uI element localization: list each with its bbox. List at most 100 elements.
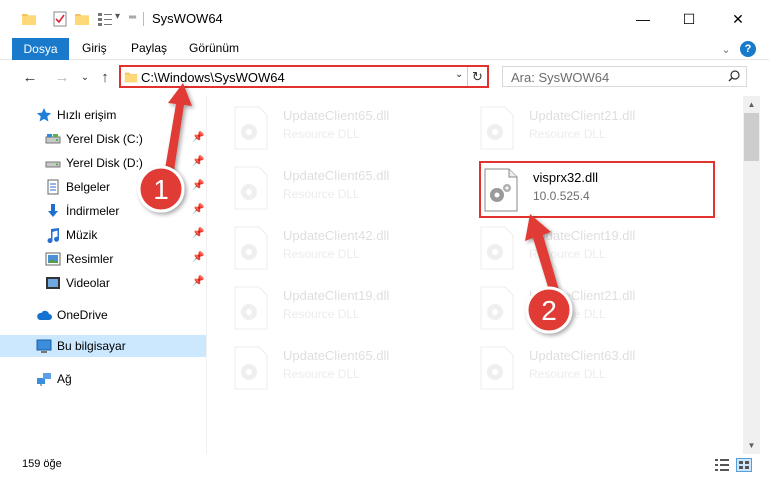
sidebar-item-label: Resimler [66, 252, 114, 266]
details-view-icon[interactable] [97, 10, 113, 28]
refresh-button[interactable]: ↻ [467, 67, 487, 86]
dll-file-icon [234, 286, 268, 330]
sidebar-item-network[interactable]: Ağ [0, 368, 206, 390]
file-item[interactable]: UpdateClient42.dll Resource DLL [233, 222, 473, 278]
sidebar-item-downloads[interactable]: İndirmeler 📌 [0, 200, 206, 222]
sidebar-item-label: Ağ [57, 372, 72, 386]
file-item[interactable]: UpdateClient21.dll Resource DLL [479, 282, 719, 338]
properties-icon[interactable] [52, 10, 68, 28]
sidebar-item-label: Müzik [66, 228, 98, 242]
search-icon[interactable] [728, 70, 740, 82]
file-item[interactable]: UpdateClient63.dll Resource DLL [479, 342, 719, 398]
large-icons-view-icon[interactable] [736, 458, 752, 472]
pictures-icon [45, 252, 61, 266]
sidebar-item-music[interactable]: Müzik 📌 [0, 224, 206, 246]
pin-icon[interactable]: 📌 [192, 276, 204, 287]
ribbon-expand-icon[interactable]: ⌄ [718, 41, 734, 57]
network-icon [37, 373, 51, 386]
pin-icon[interactable]: 📌 [192, 252, 204, 263]
file-item[interactable]: UpdateClient21.dll Resource DLL [479, 102, 719, 158]
customize-toolbar-icon[interactable]: ═ [129, 12, 136, 30]
tab-home[interactable]: Giriş [82, 41, 107, 55]
item-count: 159 öğe [22, 458, 62, 470]
dll-file-icon [234, 106, 268, 150]
file-description: Resource DLL [283, 127, 360, 141]
file-name: UpdateClient63.dll [529, 348, 636, 363]
recent-locations-button[interactable]: ⌄ [75, 67, 95, 87]
computer-icon [36, 339, 52, 353]
search-box[interactable]: Ara: SysWOW64 [502, 66, 747, 87]
documents-icon [47, 179, 59, 195]
pin-icon[interactable]: 📌 [192, 132, 204, 143]
minimize-button[interactable]: — [620, 0, 666, 38]
sidebar-item-label: Yerel Disk (C:) [66, 132, 143, 146]
tab-view[interactable]: Görünüm [189, 41, 239, 55]
pin-icon[interactable]: 📌 [192, 204, 204, 215]
pin-icon[interactable]: 📌 [192, 180, 204, 191]
file-name: UpdateClient19.dll [283, 288, 390, 303]
file-item[interactable]: UpdateClient19.dll Resource DLL [233, 282, 473, 338]
status-bar: 159 öğe [0, 454, 769, 496]
sidebar-item-local-disk-c[interactable]: Yerel Disk (C:) 📌 [0, 128, 206, 150]
navigation-pane: Hızlı erişim Yerel Disk (C:) 📌 Yerel Dis… [0, 96, 206, 454]
tab-file[interactable]: Dosya [12, 38, 69, 60]
title-separator [143, 12, 144, 26]
file-name: UpdateClient65.dll [283, 108, 390, 123]
file-name: UpdateClient21.dll [529, 108, 636, 123]
vertical-scrollbar[interactable]: ▲ ▼ [743, 96, 760, 454]
sidebar-item-this-pc[interactable]: Bu bilgisayar [0, 335, 206, 357]
title-bar: ▾ ═ SysWOW64 — ☐ ✕ [0, 0, 769, 38]
sidebar-item-label: Videolar [66, 276, 110, 290]
maximize-button[interactable]: ☐ [666, 0, 712, 38]
sidebar-item-quick-access[interactable]: Hızlı erişim [0, 104, 206, 126]
file-name: UpdateClient21.dll [529, 288, 636, 303]
sidebar-item-documents[interactable]: Belgeler 📌 [0, 176, 206, 198]
dll-file-icon [480, 226, 514, 270]
address-bar[interactable]: C:\Windows\SysWOW64 ⌄ ↻ [119, 65, 489, 88]
scroll-up-icon[interactable]: ▲ [743, 96, 760, 113]
forward-button[interactable]: → [52, 67, 72, 87]
close-button[interactable]: ✕ [715, 0, 761, 38]
navigation-bar: ← → ⌄ ↑ C:\Windows\SysWOW64 ⌄ ↻ Ara: Sys… [0, 60, 769, 94]
sidebar-item-label: Bu bilgisayar [57, 339, 126, 353]
scroll-thumb[interactable] [744, 113, 759, 161]
sidebar-item-label: OneDrive [57, 308, 108, 322]
file-item[interactable]: UpdateClient65.dll Resource DLL [233, 102, 473, 158]
pin-icon[interactable]: 📌 [192, 156, 204, 167]
file-description: Resource DLL [283, 367, 360, 381]
downloads-icon [48, 204, 58, 217]
new-folder-icon[interactable] [74, 10, 90, 28]
dll-file-icon [480, 346, 514, 390]
tab-share[interactable]: Paylaş [131, 41, 167, 55]
search-input[interactable]: Ara: SysWOW64 [511, 70, 609, 85]
file-item[interactable]: UpdateClient65.dll Resource DLL [233, 162, 473, 218]
help-icon[interactable]: ? [740, 41, 756, 57]
dll-file-icon [480, 286, 514, 330]
dll-file-icon [480, 106, 514, 150]
cloud-icon [37, 310, 52, 320]
address-path[interactable]: C:\Windows\SysWOW64 [141, 70, 285, 85]
file-item[interactable]: UpdateClient19.dll Resource DLL [479, 222, 719, 278]
drive-icon [45, 134, 61, 144]
dll-file-icon [234, 166, 268, 210]
dll-file-icon [234, 346, 268, 390]
up-button[interactable]: ↑ [95, 67, 115, 87]
file-description: Resource DLL [529, 367, 606, 381]
sidebar-item-label: Belgeler [66, 180, 111, 194]
sidebar-item-pictures[interactable]: Resimler 📌 [0, 248, 206, 270]
music-icon [47, 228, 59, 243]
details-view-icon[interactable] [714, 458, 730, 472]
sidebar-item-onedrive[interactable]: OneDrive [0, 304, 206, 326]
sidebar-item-videos[interactable]: Videolar 📌 [0, 272, 206, 294]
quick-access-dropdown-icon[interactable]: ▾ [115, 11, 120, 29]
sidebar-item-label: Hızlı erişim [57, 108, 117, 122]
back-button[interactable]: ← [20, 67, 40, 87]
file-item[interactable]: UpdateClient65.dll Resource DLL [233, 342, 473, 398]
file-description: Resource DLL [283, 187, 360, 201]
videos-icon [46, 277, 60, 289]
sidebar-item-local-disk-d[interactable]: Yerel Disk (D:) 📌 [0, 152, 206, 174]
scroll-down-icon[interactable]: ▼ [743, 437, 760, 454]
address-dropdown-icon[interactable]: ⌄ [455, 69, 463, 80]
file-description: Resource DLL [283, 307, 360, 321]
pin-icon[interactable]: 📌 [192, 228, 204, 239]
